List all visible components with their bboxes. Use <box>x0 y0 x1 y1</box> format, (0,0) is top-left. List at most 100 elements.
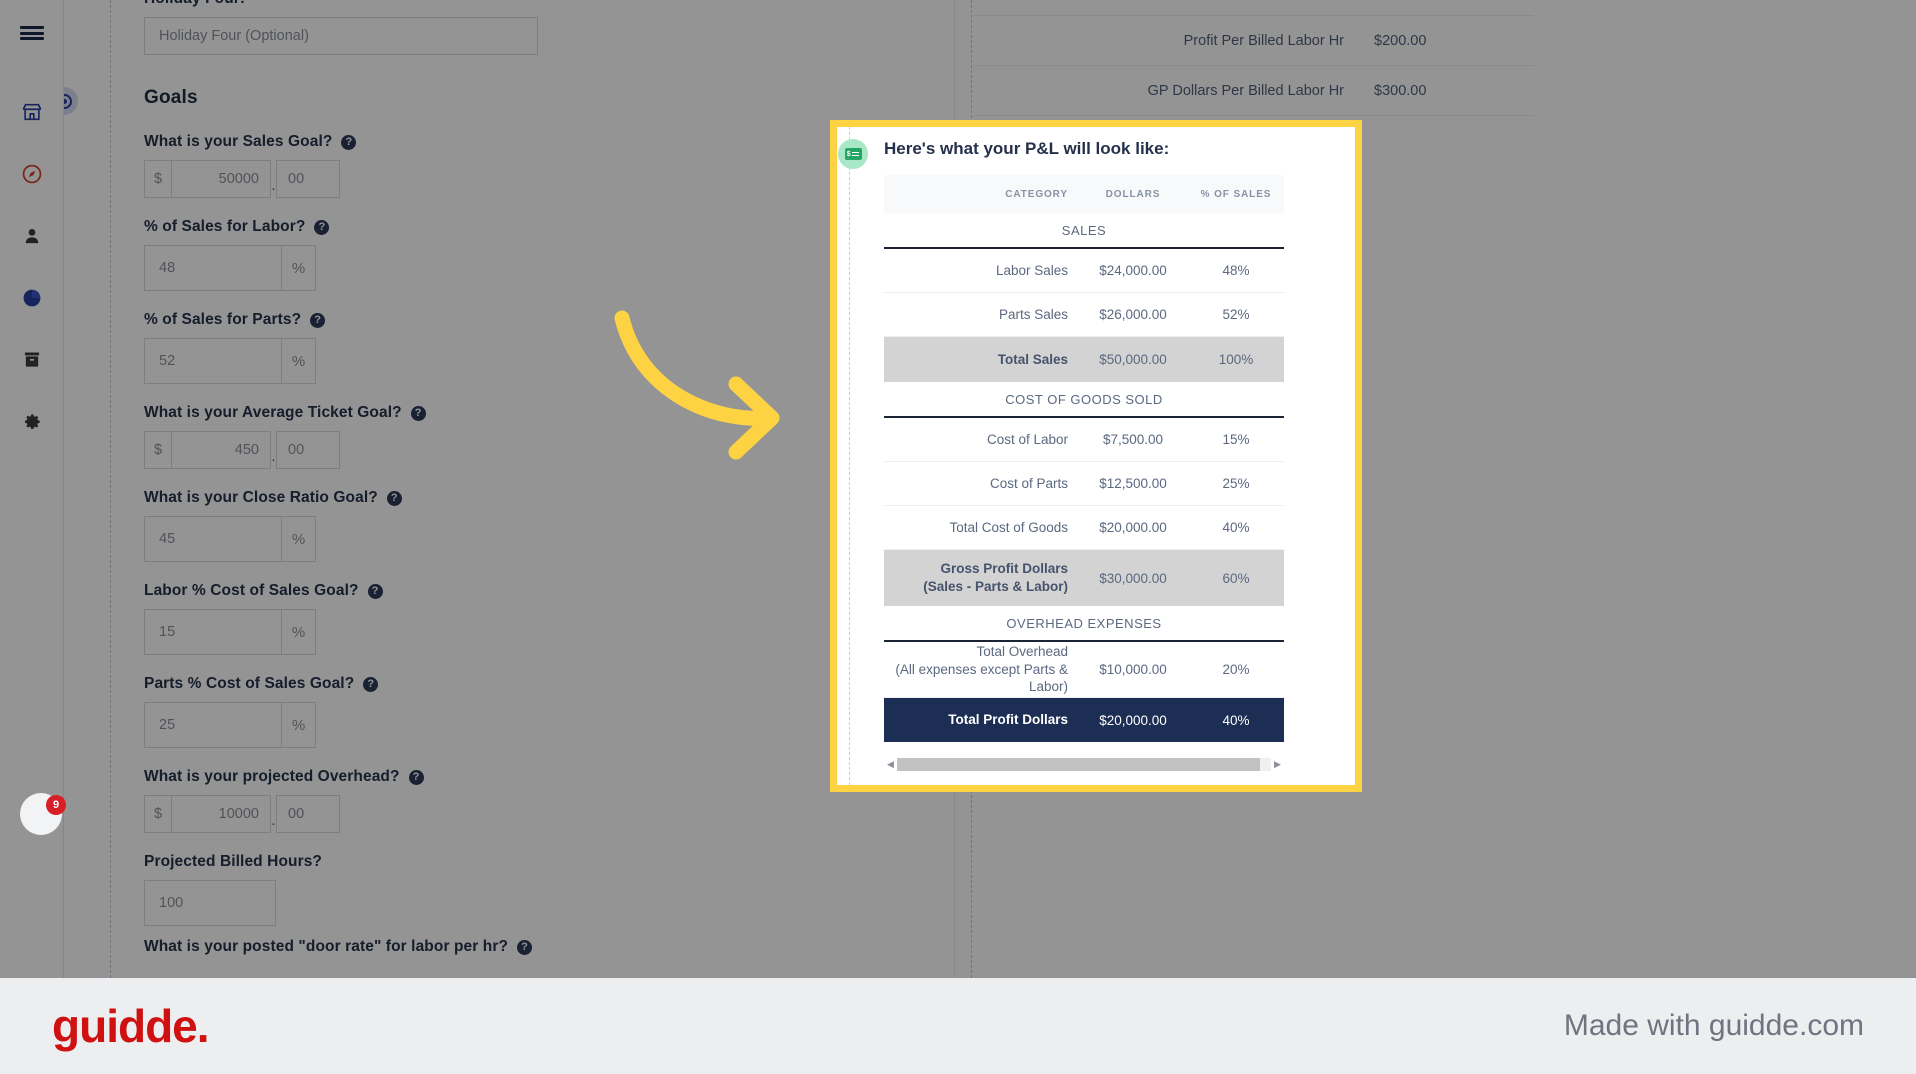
dollars-input[interactable]: 450 <box>171 431 271 469</box>
pl-card: $ Here's what your P&L will look like: C… <box>837 127 1355 785</box>
table-row: Overhead Per Billed Labor Hr $100.00 <box>974 0 1534 16</box>
row-pct: 25% <box>1222 476 1250 491</box>
help-icon[interactable]: ? <box>517 939 533 955</box>
number-input[interactable]: 15 <box>144 609 282 655</box>
sales-goal-money-input[interactable]: $ 50000 . 00 <box>144 160 844 198</box>
percent-suffix: % <box>282 516 316 562</box>
row-dollars: $26,000.00 <box>1099 307 1167 322</box>
field-label: What is your Close Ratio Goal? ? <box>144 489 844 507</box>
pct-sales-labor-input[interactable]: 48 % <box>144 245 844 291</box>
help-icon[interactable]: ? <box>386 490 402 506</box>
user-icon <box>25 229 38 244</box>
number-input[interactable]: 48 <box>144 245 282 291</box>
label-text: Holiday Four: <box>144 0 245 8</box>
sidebar-item-profile[interactable] <box>0 212 64 260</box>
help-icon[interactable]: ? <box>408 769 424 785</box>
timeline-rail <box>849 127 850 785</box>
labor-cost-of-sales-input[interactable]: 15 % <box>144 609 844 655</box>
label-text: % of Sales for Parts? <box>144 311 302 328</box>
percent-suffix: % <box>282 702 316 748</box>
row-dollars: $24,000.00 <box>1099 263 1167 278</box>
field-pct-sales-labor: % of Sales for Labor? ? 48 % <box>144 218 844 291</box>
label-text: What is your posted "door rate" for labo… <box>144 938 509 955</box>
scroll-left-arrow-icon[interactable]: ◀ <box>884 759 897 770</box>
menu-icon[interactable] <box>0 9 64 57</box>
help-icon[interactable]: ? <box>363 676 379 692</box>
horizontal-scrollbar[interactable]: ◀ ▶ <box>884 757 1284 771</box>
kpi-summary-table: Overhead Per Billed Labor Hr $100.00 Pro… <box>974 0 1534 116</box>
row-category: Labor Sales <box>995 262 1068 278</box>
dollars-input[interactable]: 50000 <box>171 160 271 198</box>
help-icon[interactable]: ? <box>367 583 383 599</box>
store-icon <box>22 103 41 121</box>
field-label: What is your projected Overhead? ? <box>144 768 844 786</box>
field-label-door-rate: What is your posted "door rate" for labo… <box>144 938 844 956</box>
row-dollars: $50,000.00 <box>1099 352 1167 367</box>
projected-billed-hours-input[interactable]: 100 <box>144 880 276 926</box>
number-input[interactable]: 25 <box>144 702 282 748</box>
holiday-four-input[interactable]: Holiday Four (Optional) <box>144 17 538 55</box>
goals-section-header: Goals <box>64 81 844 125</box>
sidebar-item-archive[interactable] <box>0 336 64 384</box>
percent-suffix: % <box>282 245 316 291</box>
field-close-ratio-goal: What is your Close Ratio Goal? ? 45 % <box>144 489 844 562</box>
table-row: Labor Sales $24,000.00 48% <box>884 249 1284 293</box>
scrollbar-track[interactable] <box>897 757 1271 771</box>
row-category: Total Sales <box>997 351 1068 367</box>
sidebar-item-reports[interactable] <box>0 274 64 322</box>
parts-cost-of-sales-input[interactable]: 25 % <box>144 702 844 748</box>
table-row-total-overhead: Total Overhead (All expenses except Part… <box>884 642 1284 698</box>
help-icon[interactable]: ? <box>310 312 326 328</box>
number-input[interactable]: 52 <box>144 338 282 384</box>
gear-icon <box>24 414 40 429</box>
column-header-pct: % OF SALES <box>1200 188 1272 200</box>
help-icon[interactable]: ? <box>314 219 330 235</box>
annotation-arrow-icon <box>614 310 780 460</box>
sidebar-item-shop[interactable] <box>0 88 64 136</box>
group-heading-cogs: COST OF GOODS SOLD <box>884 382 1284 418</box>
pl-table: CATEGORY DOLLARS % OF SALES SALES Labor … <box>884 175 1284 742</box>
table-row: GP Dollars Per Billed Labor Hr $300.00 <box>974 66 1534 116</box>
table-row-gross-profit: Gross Profit Dollars (Sales - Parts & La… <box>884 550 1284 606</box>
group-heading-sales: SALES <box>884 213 1284 249</box>
number-input[interactable]: 45 <box>144 516 282 562</box>
menu-bar <box>19 37 44 40</box>
pl-card-title: Here's what your P&L will look like: <box>884 139 1170 158</box>
row-category: Total Profit Dollars <box>948 712 1068 728</box>
field-label: Projected Billed Hours? <box>144 853 844 871</box>
row-pct: 52% <box>1222 307 1250 322</box>
section-title: Goals <box>144 87 198 108</box>
table-header-row: CATEGORY DOLLARS % OF SALES <box>884 175 1284 213</box>
application-canvas: Holiday Four: Holiday Four (Optional) Go… <box>0 0 1916 978</box>
cents-input[interactable]: 00 <box>276 431 340 469</box>
row-pct: 60% <box>1222 570 1250 586</box>
table-row: Cost of Parts $12,500.00 25% <box>884 462 1284 506</box>
archive-icon <box>24 352 39 367</box>
screen-root: Holiday Four: Holiday Four (Optional) Go… <box>0 0 1916 1074</box>
field-sales-goal: What is your Sales Goal? ? $ 50000 . 00 <box>144 133 844 198</box>
help-icon[interactable]: ? <box>410 405 426 421</box>
scrollbar-thumb[interactable] <box>897 757 1260 771</box>
kpi-value: $200.00 <box>1374 32 1427 49</box>
table-row: Cost of Labor $7,500.00 15% <box>884 418 1284 462</box>
kpi-name: Profit Per Billed Labor Hr <box>1183 32 1344 49</box>
goals-timeline-node <box>64 87 78 115</box>
row-pct: 48% <box>1222 263 1250 278</box>
cents-input[interactable]: 00 <box>276 795 340 833</box>
help-icon[interactable]: ? <box>341 134 357 150</box>
sidebar-item-explore[interactable] <box>0 150 64 198</box>
kpi-value: $300.00 <box>1374 82 1427 99</box>
projected-overhead-money-input[interactable]: $ 10000 . 00 <box>144 795 844 833</box>
sidebar-item-settings[interactable] <box>0 398 64 446</box>
cents-input[interactable]: 00 <box>276 160 340 198</box>
close-ratio-input[interactable]: 45 % <box>144 516 844 562</box>
notification-badge[interactable]: 9 <box>46 795 66 815</box>
row-category: Gross Profit Dollars (Sales - Parts & La… <box>923 561 1068 594</box>
currency-prefix: $ <box>144 795 171 833</box>
pl-highlight-frame: $ Here's what your P&L will look like: C… <box>830 120 1362 792</box>
dollars-input[interactable]: 10000 <box>171 795 271 833</box>
field-labor-cost-of-sales: Labor % Cost of Sales Goal? ? 15 % <box>144 582 844 655</box>
table-row-total-profit: Total Profit Dollars $20,000.00 40% <box>884 698 1284 742</box>
scroll-right-arrow-icon[interactable]: ▶ <box>1271 759 1284 770</box>
group-heading-overhead: OVERHEAD EXPENSES <box>884 606 1284 642</box>
